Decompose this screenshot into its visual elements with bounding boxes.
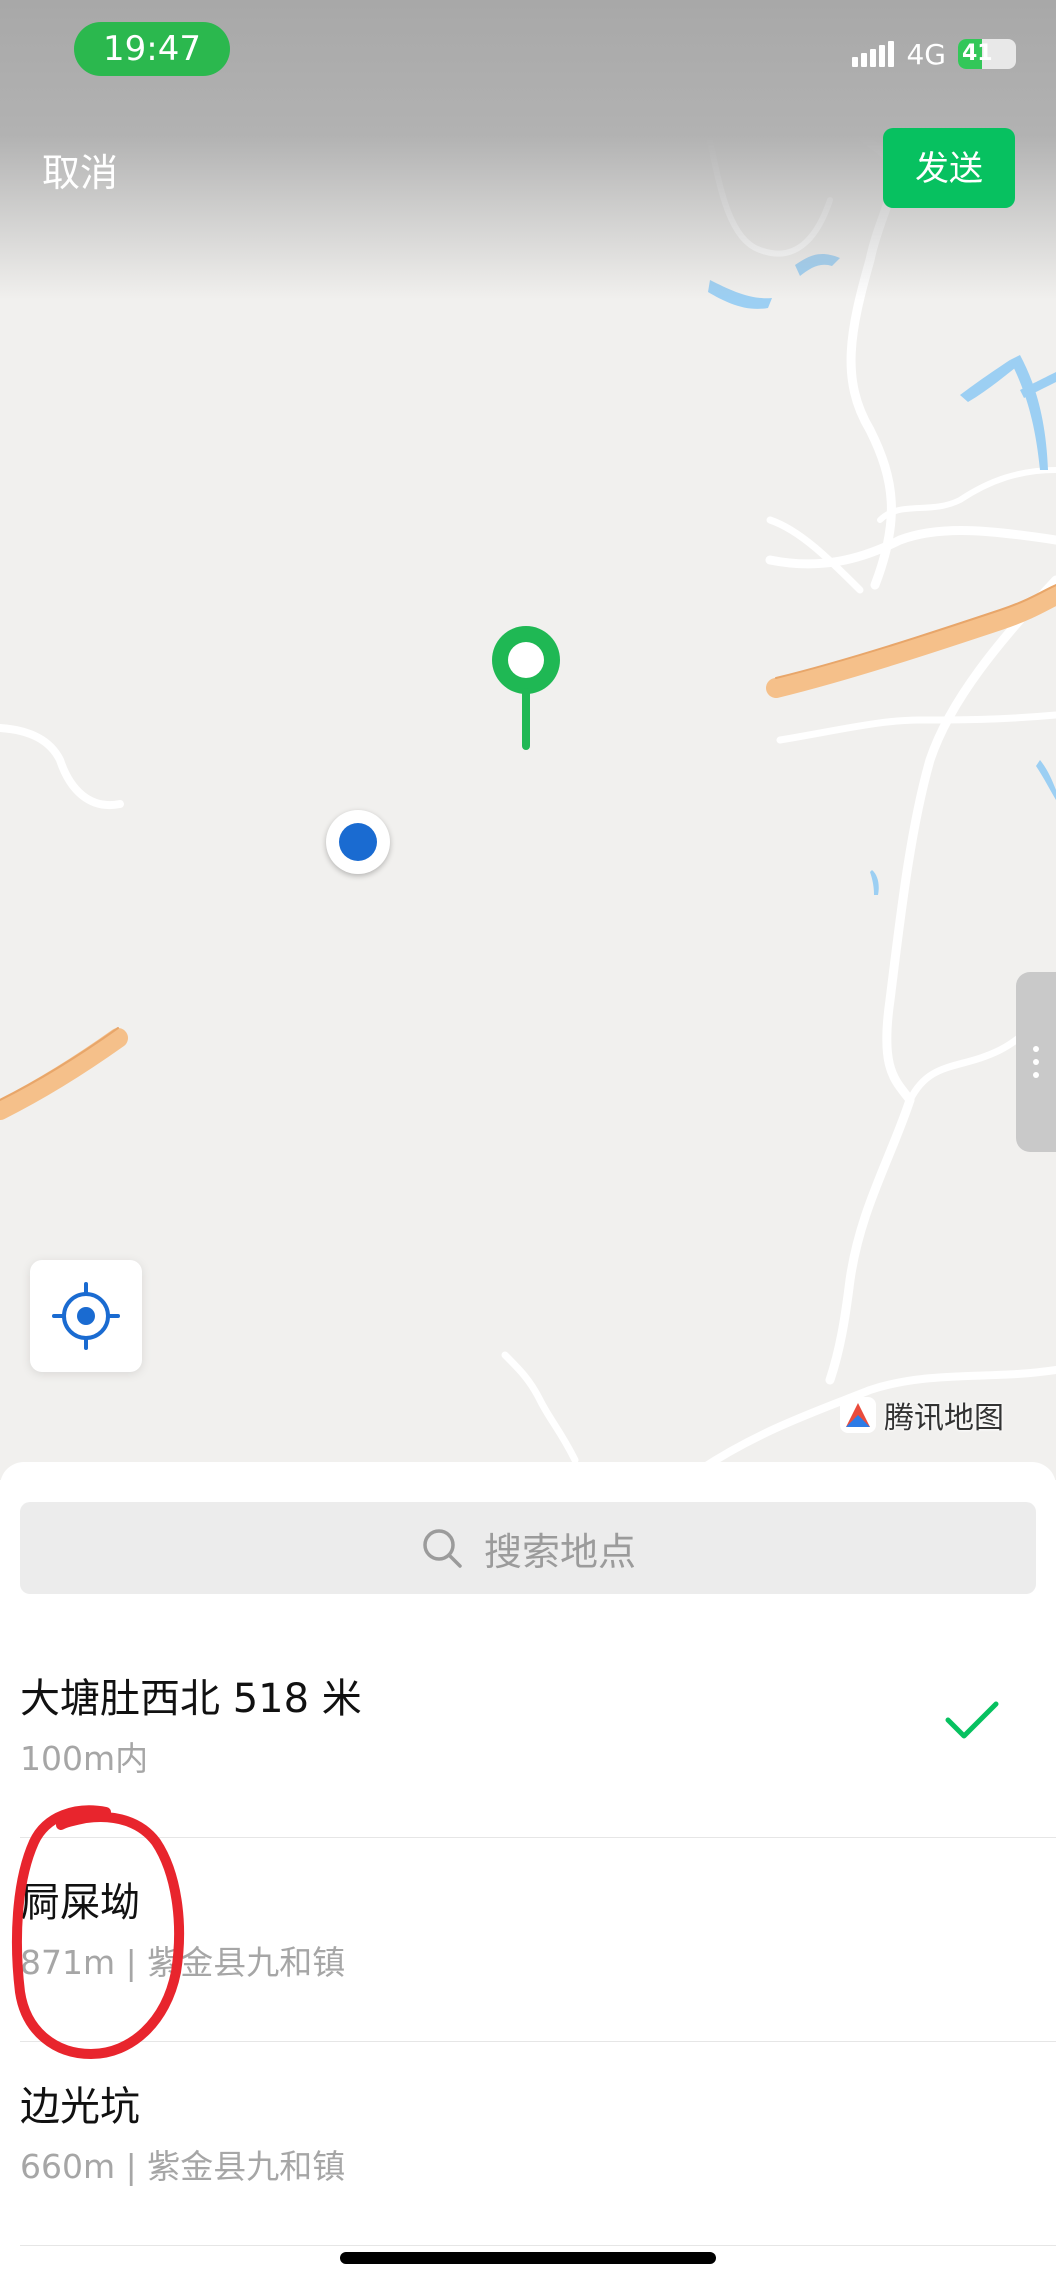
search-icon [423, 1529, 462, 1568]
current-location-dot [326, 810, 390, 874]
search-bar[interactable]: 搜索地点 [20, 1502, 1036, 1594]
handle-dot [1033, 1059, 1039, 1065]
battery-icon: 41 [958, 39, 1016, 69]
selected-location-pin [492, 626, 560, 750]
handle-dot [1033, 1072, 1039, 1078]
checkmark-icon [945, 1701, 999, 1739]
tencent-map-logo-icon [840, 1397, 876, 1433]
divider [20, 2245, 1056, 2246]
location-subtitle: 660m | 紫金县九和镇 [20, 2147, 346, 2186]
map-brand-label: 腾讯地图 [884, 1401, 1004, 1436]
map-brand: 腾讯地图 [838, 1393, 1004, 1437]
side-drawer-handle[interactable] [1016, 972, 1056, 1152]
status-time: 19:47 [74, 22, 230, 76]
cancel-button[interactable]: 取消 [42, 142, 118, 197]
handle-dot [1033, 1046, 1039, 1052]
location-item[interactable]: 边光坑 660m | 紫金县九和镇 [0, 2042, 1056, 2246]
location-title: 边光坑 [20, 2084, 140, 2130]
map-view[interactable]: 腾讯地图 19:47 4G 41 取消 发送 [0, 0, 1056, 1480]
network-type: 4G [906, 37, 946, 71]
location-subtitle: 100m内 [20, 1739, 149, 1778]
status-bar-right: 4G 41 [852, 34, 1016, 74]
locate-me-button[interactable] [30, 1260, 142, 1372]
location-title: 大塘肚西北 518 米 [20, 1676, 362, 1722]
red-annotation-circle [11, 1805, 185, 2060]
search-placeholder: 搜索地点 [483, 1529, 636, 1574]
home-indicator [340, 2252, 716, 2264]
send-button[interactable]: 发送 [883, 128, 1015, 208]
crosshair-icon [52, 1282, 120, 1350]
cellular-signal-icon [852, 41, 895, 67]
battery-percent: 41 [962, 41, 993, 66]
